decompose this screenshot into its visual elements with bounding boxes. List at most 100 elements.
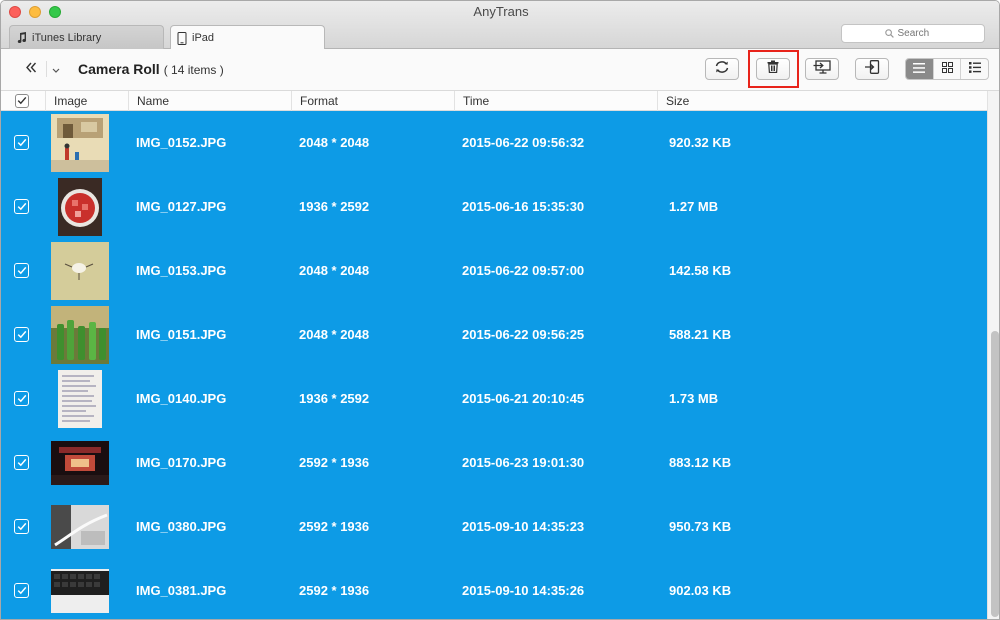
breadcrumb: Camera Roll ( 14 items ) [78,61,224,77]
table-row[interactable]: IMG_0381.JPG 2592 * 1936 2015-09-10 14:3… [1,559,987,619]
checkmark-icon [17,583,27,598]
file-format: 2592 * 1936 [299,583,370,598]
table-row[interactable]: IMG_0153.JPG 2048 * 2048 2015-06-22 09:5… [1,239,987,303]
checkmark-icon [17,391,27,406]
file-format: 2048 * 2048 [299,135,370,150]
file-format: 2592 * 1936 [299,455,370,470]
file-size: 1.73 MB [669,391,719,406]
chevron-down-icon [52,60,60,78]
navigation-dropdown-button[interactable] [49,59,63,79]
checkmark-icon [17,263,27,278]
file-format: 1936 * 2592 [299,391,370,406]
table-row[interactable]: IMG_0170.JPG 2592 * 1936 2015-06-23 19:0… [1,431,987,495]
photo-thumbnail [51,569,109,613]
photo-list: IMG_0152.JPG 2048 * 2048 2015-06-22 09:5… [1,111,987,619]
photo-thumbnail [58,178,102,236]
row-checkbox[interactable] [14,327,29,342]
photo-thumbnail [51,114,109,172]
photo-thumbnail [58,370,102,428]
table-row[interactable]: IMG_0127.JPG 1936 * 2592 2015-06-16 15:3… [1,175,987,239]
file-time: 2015-09-10 14:35:23 [462,519,585,534]
window-title: AnyTrans [473,4,529,19]
file-name: IMG_0380.JPG [136,519,227,534]
photo-thumbnail [51,306,109,364]
divider [46,61,47,77]
file-format: 2592 * 1936 [299,519,370,534]
list-view-button[interactable] [906,59,934,79]
file-time: 2015-06-16 15:35:30 [462,199,585,214]
trash-icon [767,60,779,78]
file-format: 1936 * 2592 [299,199,370,214]
row-checkbox[interactable] [14,519,29,534]
file-time: 2015-06-22 09:57:00 [462,263,585,278]
file-name: IMG_0140.JPG [136,391,227,406]
title-bar: AnyTrans iTunes Library iPad [1,1,999,50]
detail-view-icon [968,60,981,78]
table-row[interactable]: IMG_0380.JPG 2592 * 1936 2015-09-10 14:3… [1,495,987,559]
checkmark-icon [17,519,27,534]
column-header-name[interactable]: Name [128,91,291,111]
grid-view-icon [941,60,953,78]
item-count: ( 14 items ) [163,63,224,77]
file-size: 588.21 KB [669,327,732,342]
select-all-column [1,91,43,111]
refresh-icon [714,60,730,79]
checkmark-icon [17,455,27,470]
table-row[interactable]: IMG_0151.JPG 2048 * 2048 2015-06-22 09:5… [1,303,987,367]
grid-view-button[interactable] [934,59,962,79]
view-mode-switcher [905,58,989,80]
file-size: 883.12 KB [669,455,732,470]
select-all-checkbox[interactable] [15,94,29,108]
file-name: IMG_0153.JPG [136,263,227,278]
vertical-scrollbar[interactable] [987,91,999,619]
file-size: 1.27 MB [669,199,719,214]
row-checkbox[interactable] [14,583,29,598]
file-name: IMG_0170.JPG [136,455,227,470]
detail-view-button[interactable] [961,59,988,79]
tab-label: iTunes Library [32,31,102,44]
file-name: IMG_0381.JPG [136,583,227,598]
checkmark-icon [17,327,27,342]
double-chevron-left-icon [25,60,37,78]
row-checkbox[interactable] [14,455,29,470]
column-header-image[interactable]: Image [45,91,127,111]
page-title: Camera Roll [78,61,160,77]
tab-itunes-library[interactable]: iTunes Library [9,25,164,49]
tab-ipad[interactable]: iPad [170,25,325,50]
file-time: 2015-09-10 14:35:26 [462,583,585,598]
row-checkbox[interactable] [14,391,29,406]
row-checkbox[interactable] [14,199,29,214]
file-format: 2048 * 2048 [299,263,370,278]
column-header-size[interactable]: Size [657,91,987,111]
file-time: 2015-06-23 19:01:30 [462,455,585,470]
file-size: 902.03 KB [669,583,732,598]
file-name: IMG_0151.JPG [136,327,227,342]
table-row[interactable]: IMG_0140.JPG 1936 * 2592 2015-06-21 20:1… [1,367,987,431]
table-row[interactable]: IMG_0152.JPG 2048 * 2048 2015-06-22 09:5… [1,111,987,175]
scrollbar-thumb[interactable] [991,331,999,617]
column-header-time[interactable]: Time [454,91,657,111]
ipad-icon [177,31,187,45]
row-checkbox[interactable] [14,135,29,150]
table-header: Image Name Format Time Size [1,91,987,111]
send-to-computer-button[interactable] [805,58,839,80]
app-window: AnyTrans iTunes Library iPad Search Came… [0,0,1000,620]
send-to-device-button[interactable] [855,58,889,80]
toolbar: Camera Roll ( 14 items ) [1,49,999,91]
search-input[interactable] [897,28,942,39]
photo-thumbnail [51,242,109,300]
row-checkbox[interactable] [14,263,29,278]
send-to-computer-icon [813,59,831,79]
back-button[interactable] [17,59,45,79]
column-header-format[interactable]: Format [291,91,454,111]
checkmark-icon [17,91,27,111]
file-time: 2015-06-21 20:10:45 [462,391,585,406]
music-note-icon [16,31,27,44]
search-field[interactable] [841,24,985,43]
refresh-button[interactable] [705,58,739,80]
delete-button[interactable] [756,58,790,80]
file-format: 2048 * 2048 [299,327,370,342]
list-view-icon [913,60,926,78]
file-size: 920.32 KB [669,135,732,150]
file-size: 950.73 KB [669,519,732,534]
